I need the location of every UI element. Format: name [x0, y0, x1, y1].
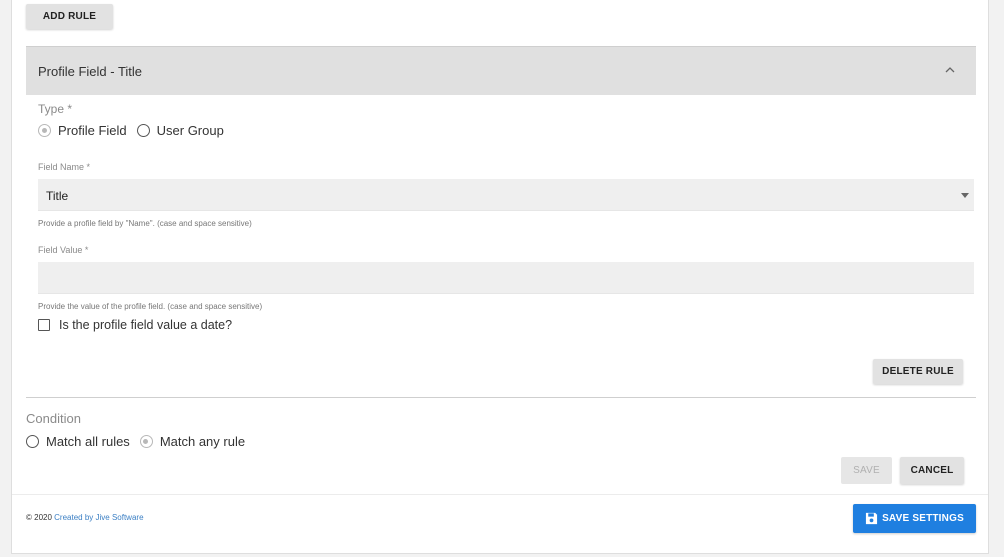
floppy-disk-icon	[865, 512, 878, 525]
cancel-button[interactable]: CANCEL	[900, 457, 964, 484]
rule-title: Profile Field - Title	[38, 64, 143, 79]
radio-profile-field[interactable]	[38, 124, 51, 137]
copyright-text: © 2020	[26, 513, 55, 522]
radio-match-any-label[interactable]: Match any rule	[160, 434, 245, 449]
date-checkbox-row[interactable]: Is the profile field value a date?	[38, 318, 232, 332]
caret-down-icon[interactable]	[961, 193, 969, 198]
radio-profile-field-label[interactable]: Profile Field	[58, 123, 127, 138]
field-name-label: Field Name *	[38, 162, 91, 172]
condition-label: Condition	[26, 411, 81, 426]
field-name-help: Provide a profile field by "Name". (case…	[38, 219, 252, 228]
field-value-label: Field Value *	[38, 245, 89, 255]
add-rule-button[interactable]: ADD RULE	[26, 4, 113, 29]
footer-divider	[12, 494, 988, 495]
section-divider	[26, 397, 976, 398]
save-settings-button[interactable]: SAVE SETTINGS	[853, 504, 976, 533]
type-radio-group: Profile Field User Group	[38, 123, 224, 138]
radio-match-all[interactable]	[26, 435, 39, 448]
date-checkbox[interactable]	[38, 319, 50, 331]
radio-user-group[interactable]	[136, 124, 150, 137]
condition-radio-group: Match all rules Match any rule	[26, 434, 245, 449]
save-button[interactable]: SAVE	[841, 457, 892, 484]
delete-rule-button[interactable]: DELETE RULE	[873, 359, 963, 384]
radio-user-group-label[interactable]: User Group	[157, 123, 224, 138]
save-settings-label: SAVE SETTINGS	[882, 513, 964, 524]
field-value-input[interactable]	[38, 262, 974, 294]
jive-software-link[interactable]: Created by Jive Software	[54, 513, 143, 522]
date-checkbox-label[interactable]: Is the profile field value a date?	[59, 318, 232, 332]
chevron-up-icon[interactable]	[944, 65, 956, 75]
rule-accordion-header[interactable]: Profile Field - Title	[26, 46, 976, 95]
settings-panel: ADD RULE Profile Field - Title Type * Pr…	[11, 0, 989, 554]
radio-match-any[interactable]	[139, 435, 153, 448]
field-value-help: Provide the value of the profile field. …	[38, 302, 263, 311]
radio-match-all-label[interactable]: Match all rules	[46, 434, 130, 449]
field-name-select[interactable]: Title	[38, 179, 974, 211]
field-name-value: Title	[46, 189, 69, 203]
type-label: Type *	[38, 102, 73, 116]
footer: © 2020 Created by Jive Software	[26, 513, 144, 522]
